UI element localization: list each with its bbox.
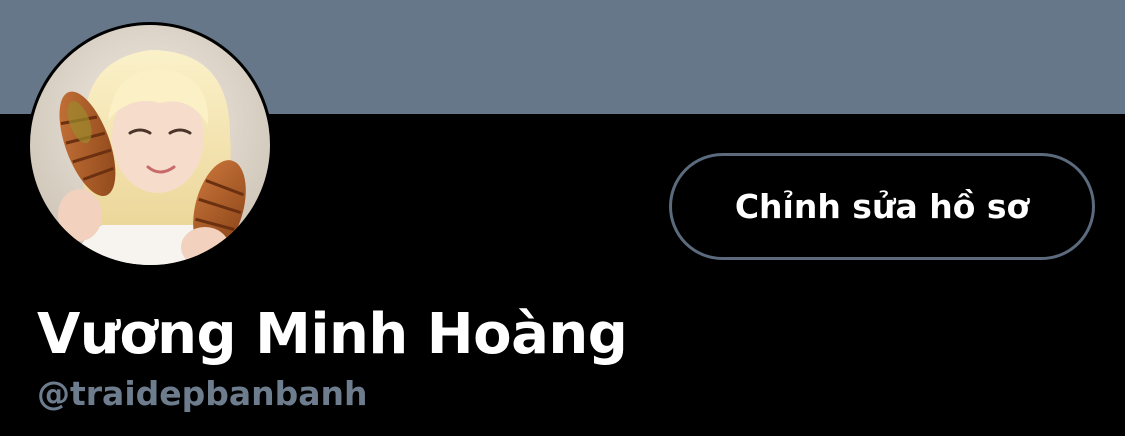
profile-handle: @traidepbanbanh: [37, 374, 368, 413]
profile-avatar[interactable]: [27, 22, 273, 268]
avatar-photo-icon: [30, 25, 270, 265]
profile-display-name: Vương Minh Hoàng: [37, 302, 628, 367]
edit-profile-button[interactable]: Chỉnh sửa hồ sơ: [669, 153, 1095, 260]
